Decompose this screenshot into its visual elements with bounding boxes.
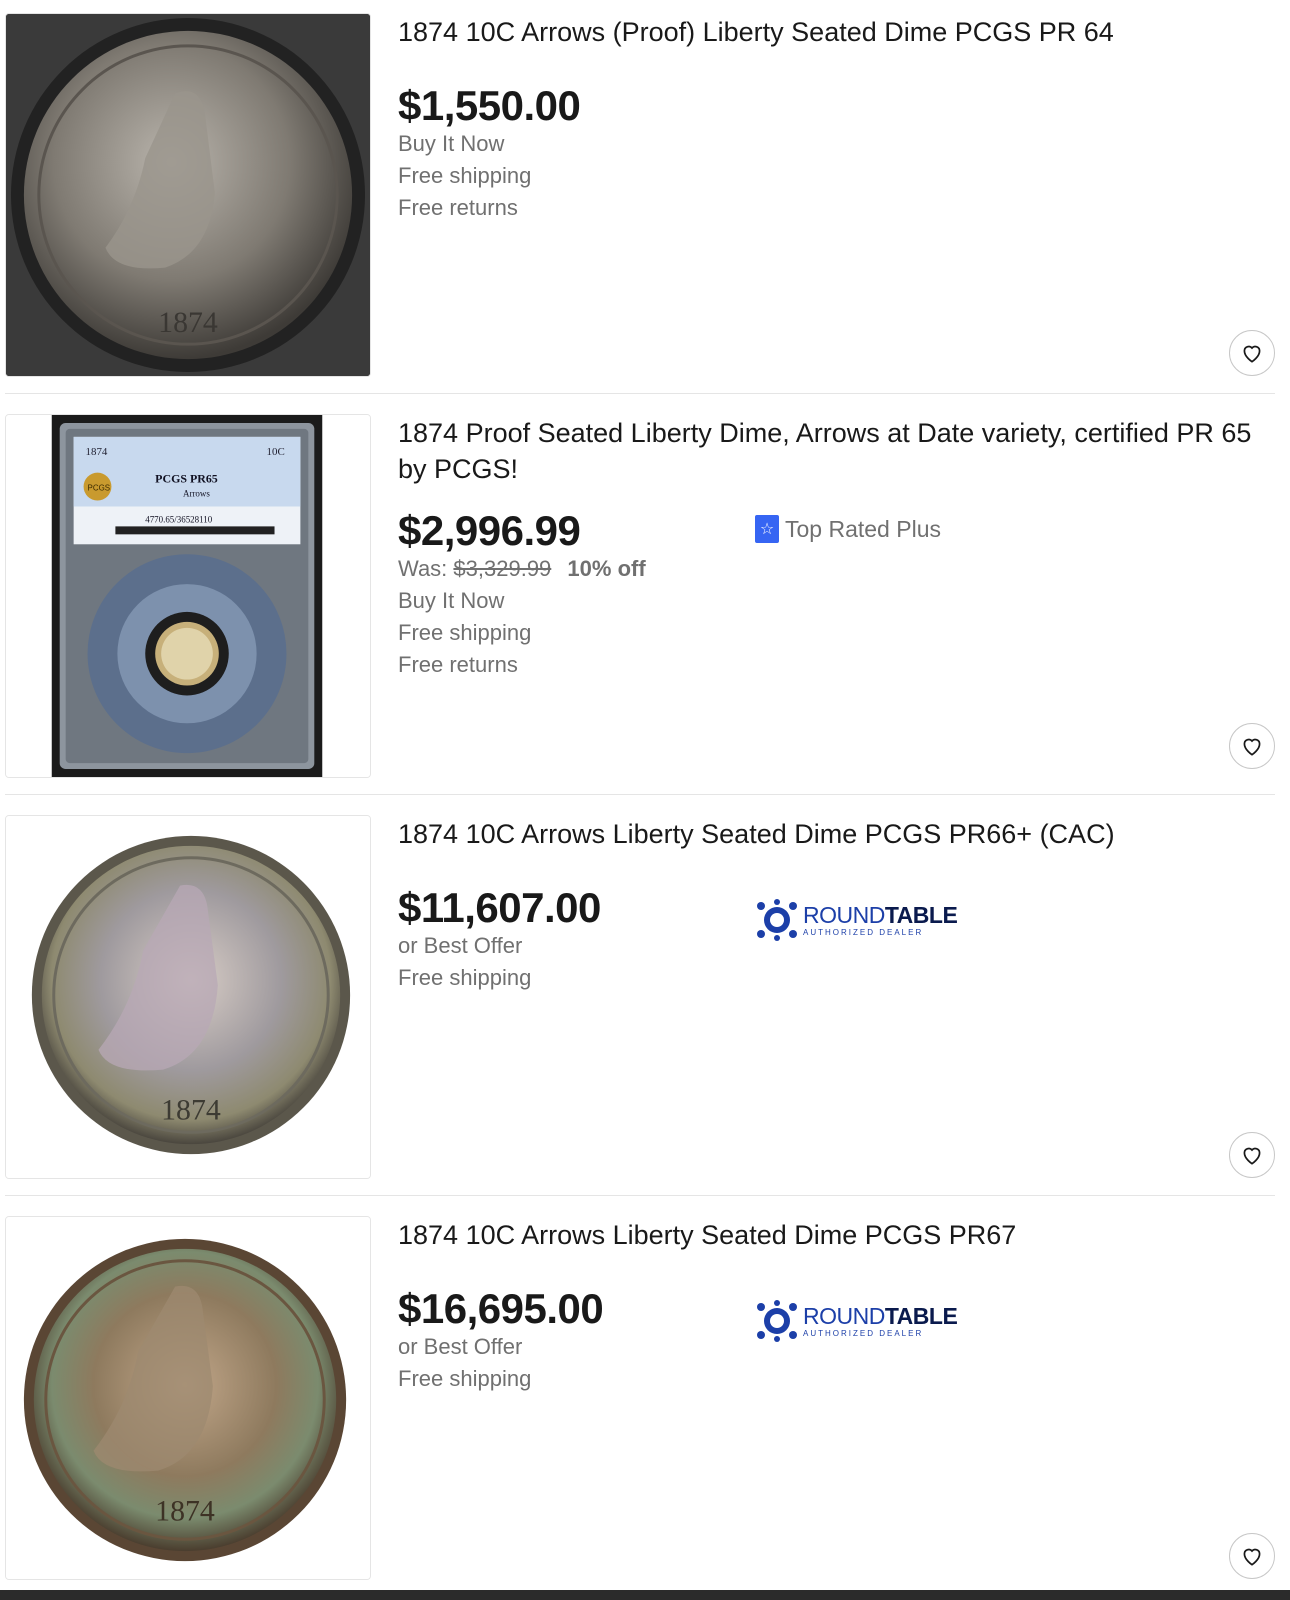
roundtable-sub: AUTHORIZED DEALER <box>803 927 924 937</box>
listing-title[interactable]: 1874 Proof Seated Liberty Dime, Arrows a… <box>398 415 1258 487</box>
listing-card[interactable]: 1874 1874 10C Arrows Liberty Seated Dime… <box>5 1203 1275 1597</box>
top-rated-badge: ☆ Top Rated Plus <box>755 515 941 543</box>
slab-variety: Arrows <box>183 489 210 499</box>
slab-logo: PCGS <box>88 484 111 493</box>
listing-image[interactable]: 1874 10C PCGS PCGS PR65 Arrows 4770.65/3… <box>5 414 371 778</box>
svg-text:1874: 1874 <box>161 1093 221 1126</box>
svg-text:1874: 1874 <box>158 306 218 339</box>
roundtable-name-a: ROUND <box>803 1302 885 1329</box>
watch-button[interactable] <box>1229 1132 1275 1178</box>
watch-button[interactable] <box>1229 723 1275 769</box>
discount-label: 10% off <box>567 556 646 581</box>
listing-title[interactable]: 1874 10C Arrows Liberty Seated Dime PCGS… <box>398 1217 1258 1253</box>
listing-price: $11,607.00 <box>398 884 601 931</box>
listing-returns: Free returns <box>398 195 518 220</box>
slab-image: 1874 10C PCGS PCGS PR65 Arrows 4770.65/3… <box>6 415 370 777</box>
listing-card[interactable]: 1874 1874 10C Arrows Liberty Seated Dime… <box>5 802 1275 1196</box>
was-label: Was: <box>398 556 448 581</box>
listing-format: Buy It Now <box>398 131 505 156</box>
seller-logo: ROUNDTABLE AUTHORIZED DEALER <box>755 1299 958 1343</box>
heart-icon <box>1243 1548 1261 1566</box>
listing-shipping: Free shipping <box>398 620 532 645</box>
listing-image[interactable]: 1874 <box>5 815 371 1179</box>
seller-logo: ROUNDTABLE AUTHORIZED DEALER <box>755 898 958 942</box>
heart-icon <box>1243 738 1261 756</box>
listing-card[interactable]: 1874 10C PCGS PCGS PR65 Arrows 4770.65/3… <box>5 401 1275 795</box>
listing-format: or Best Offer <box>398 933 523 958</box>
listing-price: $2,996.99 <box>398 507 581 554</box>
coin-image: 1874 <box>6 816 370 1178</box>
was-price: $3,329.99 <box>453 556 552 581</box>
listing-returns: Free returns <box>398 652 518 677</box>
listing-format: Buy It Now <box>398 588 505 613</box>
roundtable-logo-icon <box>757 899 797 941</box>
listing-shipping: Free shipping <box>398 163 532 188</box>
slab-year: 1874 <box>86 446 108 458</box>
window-bottom-edge <box>0 1590 1290 1600</box>
slab-cert: 4770.65/36528110 <box>145 514 212 524</box>
listing-price: $1,550.00 <box>398 82 581 129</box>
listing-title[interactable]: 1874 10C Arrows (Proof) Liberty Seated D… <box>398 14 1258 50</box>
listing-card[interactable]: 1874 1874 10C Arrows (Proof) Liberty Sea… <box>5 0 1275 394</box>
listing-title[interactable]: 1874 10C Arrows Liberty Seated Dime PCGS… <box>398 816 1258 852</box>
listing-price: $16,695.00 <box>398 1285 604 1332</box>
roundtable-logo-icon <box>757 1300 797 1342</box>
roundtable-sub: AUTHORIZED DEALER <box>803 1328 924 1338</box>
coin-image: 1874 <box>6 14 370 376</box>
slab-grade: PCGS PR65 <box>155 472 218 486</box>
listing-image[interactable]: 1874 <box>5 13 371 377</box>
slab-denom: 10C <box>267 446 285 458</box>
star-badge-icon: ☆ <box>755 515 779 543</box>
heart-icon <box>1243 345 1261 363</box>
roundtable-name-b: TABLE <box>884 901 958 928</box>
svg-text:1874: 1874 <box>155 1494 215 1527</box>
badge-label: Top Rated Plus <box>785 515 941 542</box>
watch-button[interactable] <box>1229 1533 1275 1579</box>
listing-image[interactable]: 1874 <box>5 1216 371 1580</box>
heart-icon <box>1243 1147 1261 1165</box>
coin-image: 1874 <box>6 1217 370 1579</box>
listing-shipping: Free shipping <box>398 1366 532 1391</box>
watch-button[interactable] <box>1229 330 1275 376</box>
listing-format: or Best Offer <box>398 1334 523 1359</box>
listing-shipping: Free shipping <box>398 965 532 990</box>
roundtable-name-a: ROUND <box>803 901 885 928</box>
roundtable-name-b: TABLE <box>884 1302 958 1329</box>
was-price-line: Was: $3,329.99 10% off <box>398 553 646 585</box>
